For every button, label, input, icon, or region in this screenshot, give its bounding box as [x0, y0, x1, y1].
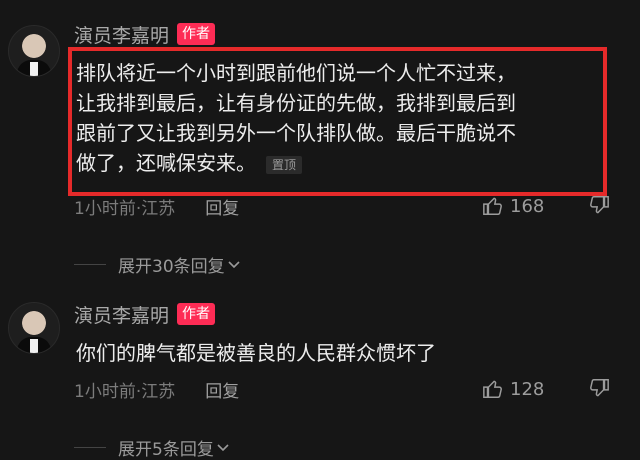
expand-replies-label: 展开30条回复	[118, 256, 225, 277]
comment-time: 1小时前·江苏	[74, 198, 176, 219]
author-line: 演员李嘉明 作者	[74, 21, 216, 48]
author-badge: 作者	[177, 23, 216, 45]
reply-button[interactable]: 回复	[205, 377, 239, 402]
author-name[interactable]: 演员李嘉明	[74, 301, 169, 328]
like-count: 128	[510, 378, 545, 400]
reply-button[interactable]: 回复	[205, 194, 239, 219]
comment-text-line: 你们的脾气都是被善良的人民群众惯坏了	[76, 341, 436, 365]
thumb-down-icon	[590, 379, 609, 397]
like-count: 168	[510, 195, 545, 217]
comment-time: 1小时前·江苏	[74, 381, 176, 402]
comment-text: 你们的脾气都是被善良的人民群众惯坏了	[76, 338, 436, 368]
comment-text-line: 让我排到最后，让有身份证的先做，我排到最后到	[76, 91, 516, 115]
dislike-button[interactable]	[588, 194, 610, 218]
comment-text-line: 做了，还喊保安来。	[76, 151, 256, 175]
chevron-down-icon	[228, 261, 240, 269]
author-name[interactable]: 演员李嘉明	[74, 21, 169, 48]
comment-meta: 1小时前·江苏 回复	[74, 194, 239, 219]
comment-item: 演员李嘉明 作者 你们的脾气都是被善良的人民群众惯坏了 1小时前·江苏 回复 1…	[0, 280, 640, 460]
comment-meta: 1小时前·江苏 回复	[74, 377, 239, 402]
thumb-up-icon	[483, 380, 502, 398]
avatar[interactable]	[8, 302, 60, 354]
divider	[74, 446, 106, 448]
avatar[interactable]	[8, 25, 60, 77]
expand-replies-label: 展开5条回复	[118, 439, 214, 460]
author-badge: 作者	[177, 303, 216, 325]
pinned-tag: 置顶	[266, 155, 303, 174]
chevron-down-icon	[217, 444, 229, 452]
like-button[interactable]: 128	[482, 377, 544, 401]
thumb-down-icon	[590, 196, 609, 214]
like-button[interactable]: 168	[482, 194, 544, 218]
comment-item: 演员李嘉明 作者 排队将近一个小时到跟前他们说一个人忙不过来， 让我排到最后，让…	[0, 0, 640, 280]
comment-text-line: 跟前了又让我到另外一个队排队做。最后干脆说不	[76, 121, 516, 145]
comment-text-line: 排队将近一个小时到跟前他们说一个人忙不过来，	[76, 61, 516, 85]
comment-text: 排队将近一个小时到跟前他们说一个人忙不过来， 让我排到最后，让有身份证的先做，我…	[76, 58, 516, 178]
author-line: 演员李嘉明 作者	[74, 301, 216, 328]
divider	[74, 263, 106, 265]
comment-text-line-last: 做了，还喊保安来。 置顶	[76, 148, 516, 178]
dislike-button[interactable]	[588, 377, 610, 401]
expand-replies[interactable]: 展开5条回复	[74, 435, 230, 460]
thumb-up-icon	[483, 197, 502, 215]
expand-replies[interactable]: 展开30条回复	[74, 252, 241, 277]
